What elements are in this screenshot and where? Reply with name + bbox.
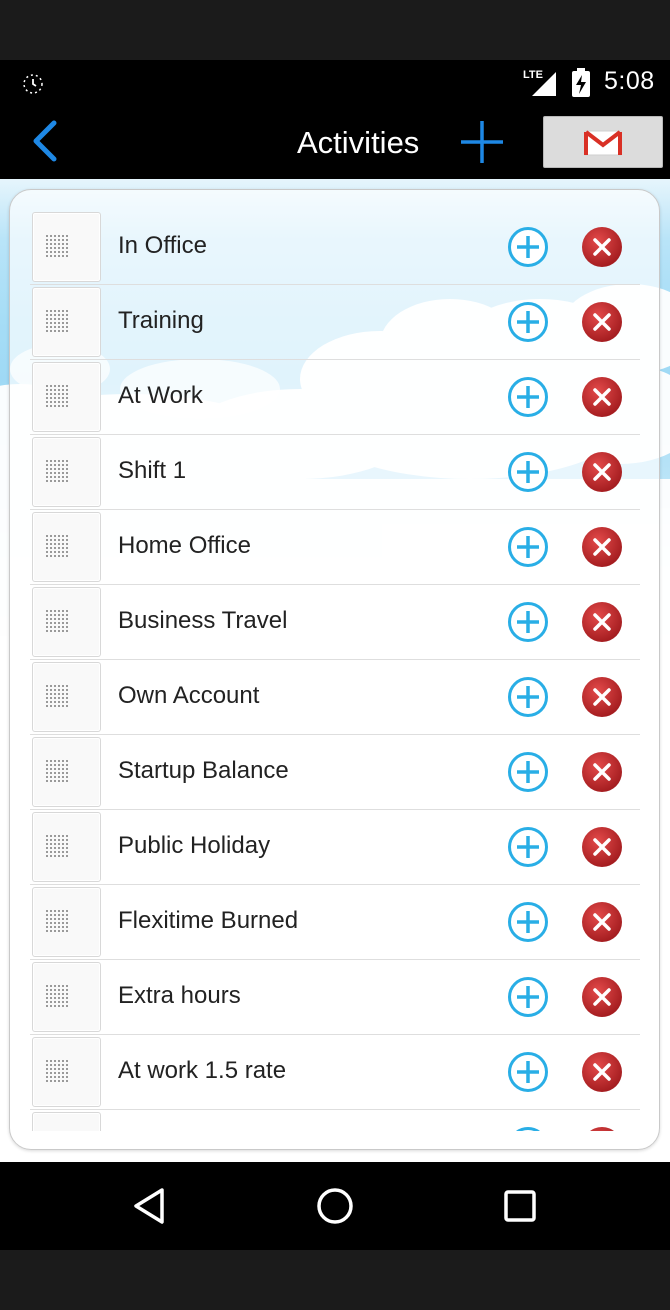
activity-row[interactable]: Startup Balance	[30, 735, 640, 810]
add-circle-icon[interactable]	[506, 825, 550, 869]
activity-label[interactable]: Training	[118, 307, 204, 335]
activity-row[interactable]: Business Travel	[30, 585, 640, 660]
gmail-button[interactable]	[543, 116, 663, 168]
drag-handle[interactable]	[32, 362, 101, 432]
drag-handle[interactable]	[32, 1037, 101, 1107]
activities-panel: In Office Training At Work Shift 1 Home …	[9, 189, 660, 1150]
delete-circle-icon[interactable]	[580, 675, 624, 719]
activity-row[interactable]: Training	[30, 285, 640, 360]
battery-charging-icon	[572, 68, 590, 97]
add-circle-icon[interactable]	[506, 900, 550, 944]
bottom-margin	[0, 1250, 670, 1310]
drag-handle-icon	[46, 1060, 68, 1082]
lte-signal-icon: LTE	[523, 69, 556, 96]
drag-handle[interactable]	[32, 287, 101, 357]
clock-time: 5:08	[604, 67, 655, 95]
activity-label[interactable]: At work 1.5 rate	[118, 1057, 286, 1085]
delete-circle-icon[interactable]	[580, 375, 624, 419]
drag-handle-icon	[46, 610, 68, 632]
drag-handle-icon	[46, 760, 68, 782]
add-circle-icon[interactable]	[506, 1050, 550, 1094]
activity-row[interactable]: Public Holiday	[30, 810, 640, 885]
add-circle-icon[interactable]	[506, 600, 550, 644]
activity-row[interactable]: At work 1.5 rate	[30, 1035, 640, 1110]
activity-row[interactable]: In Office	[30, 210, 640, 285]
activity-row[interactable]: Own Account	[30, 660, 640, 735]
drag-handle[interactable]	[32, 512, 101, 582]
recents-square-icon[interactable]	[502, 1188, 538, 1224]
delete-circle-icon[interactable]	[580, 225, 624, 269]
svg-text:LTE: LTE	[523, 69, 543, 81]
add-circle-icon[interactable]	[506, 1125, 550, 1131]
delete-circle-icon[interactable]	[580, 525, 624, 569]
activity-row[interactable]: Home Office	[30, 510, 640, 585]
activity-label[interactable]: Public Holiday	[118, 832, 270, 860]
activity-label[interactable]: Shift 1	[118, 457, 186, 485]
back-triangle-icon[interactable]	[130, 1186, 170, 1226]
drag-handle[interactable]	[32, 1112, 101, 1131]
drag-handle-icon	[46, 310, 68, 332]
drag-handle[interactable]	[32, 812, 101, 882]
drag-handle-icon	[46, 235, 68, 257]
drag-handle-icon	[46, 910, 68, 932]
drag-handle[interactable]	[32, 662, 101, 732]
drag-handle-icon	[46, 385, 68, 407]
add-circle-icon[interactable]	[506, 450, 550, 494]
activity-label[interactable]: Startup Balance	[118, 757, 289, 785]
activity-row[interactable]: At Work	[30, 360, 640, 435]
drag-handle[interactable]	[32, 212, 101, 282]
activity-label[interactable]: Extra hours	[118, 982, 241, 1010]
back-button[interactable]	[24, 117, 68, 165]
status-bar: LTE 5:08	[0, 60, 670, 105]
activity-row[interactable]: Flexitime Burned	[30, 885, 640, 960]
drag-handle-icon	[46, 835, 68, 857]
drag-handle[interactable]	[32, 962, 101, 1032]
drag-handle[interactable]	[32, 737, 101, 807]
add-circle-icon[interactable]	[506, 750, 550, 794]
drag-handle[interactable]	[32, 587, 101, 657]
delete-circle-icon[interactable]	[580, 750, 624, 794]
add-circle-icon[interactable]	[506, 300, 550, 344]
activity-label[interactable]: Own Account	[118, 682, 259, 710]
delete-circle-icon[interactable]	[580, 450, 624, 494]
activities-list[interactable]: In Office Training At Work Shift 1 Home …	[30, 210, 642, 1131]
add-circle-icon[interactable]	[506, 975, 550, 1019]
add-circle-icon[interactable]	[506, 675, 550, 719]
delete-circle-icon[interactable]	[580, 975, 624, 1019]
drag-handle[interactable]	[32, 437, 101, 507]
activity-row[interactable]: Extra hours	[30, 960, 640, 1035]
page-title: Activities	[297, 125, 420, 160]
add-circle-icon[interactable]	[506, 225, 550, 269]
add-circle-icon[interactable]	[506, 375, 550, 419]
delete-circle-icon[interactable]	[580, 300, 624, 344]
system-nav-bar	[0, 1162, 670, 1250]
delete-circle-icon[interactable]	[580, 1125, 624, 1131]
alarm-icon	[23, 74, 43, 94]
content-area: In Office Training At Work Shift 1 Home …	[0, 179, 670, 1162]
activity-label[interactable]: Home Office	[118, 532, 251, 560]
gmail-icon	[584, 130, 622, 156]
drag-handle[interactable]	[32, 887, 101, 957]
activity-label[interactable]: At Work	[118, 382, 203, 410]
activity-row[interactable]: Shift 1	[30, 435, 640, 510]
home-circle-icon[interactable]	[314, 1185, 356, 1227]
activity-row-partial[interactable]	[30, 1110, 640, 1131]
drag-handle-icon	[46, 685, 68, 707]
add-activity-button[interactable]	[458, 119, 506, 165]
activity-label[interactable]: In Office	[118, 232, 207, 260]
add-circle-icon[interactable]	[506, 525, 550, 569]
delete-circle-icon[interactable]	[580, 825, 624, 869]
delete-circle-icon[interactable]	[580, 1050, 624, 1094]
drag-handle-icon	[46, 985, 68, 1007]
delete-circle-icon[interactable]	[580, 600, 624, 644]
delete-circle-icon[interactable]	[580, 900, 624, 944]
activity-label[interactable]: Flexitime Burned	[118, 907, 298, 935]
drag-handle-icon	[46, 535, 68, 557]
app-bar: Activities	[0, 105, 670, 179]
drag-handle-icon	[46, 460, 68, 482]
activity-label[interactable]: Business Travel	[118, 607, 287, 635]
top-margin	[0, 0, 670, 60]
